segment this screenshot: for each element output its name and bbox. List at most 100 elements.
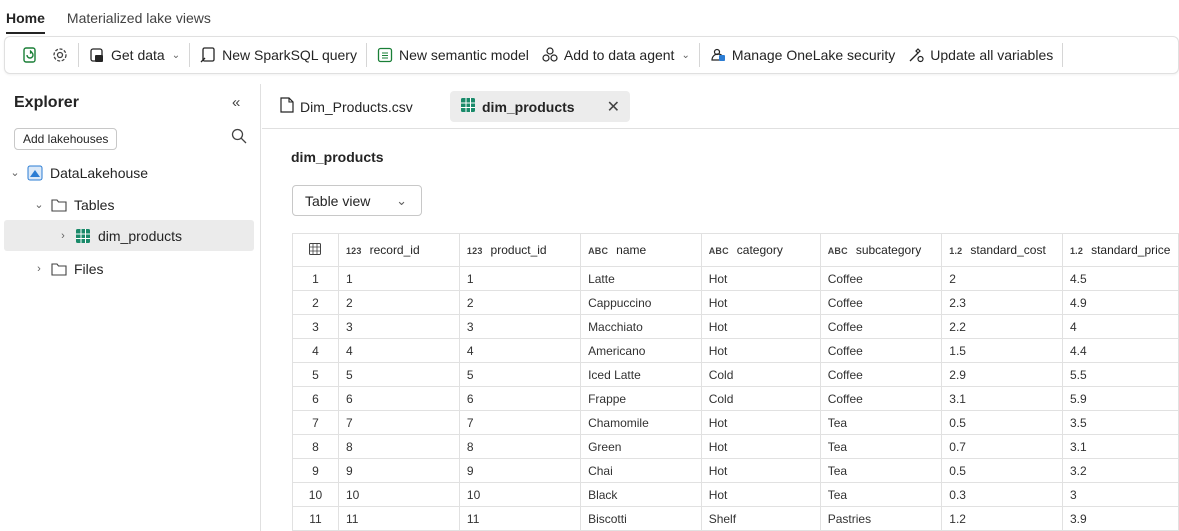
table-cell[interactable]: 3 [458, 314, 582, 339]
table-cell[interactable]: 4.9 [1061, 290, 1179, 315]
tree-item-dim-products[interactable]: › dim_products [4, 220, 254, 251]
table-cell[interactable]: 6 [458, 386, 582, 411]
table-cell[interactable]: Hot [700, 434, 821, 459]
table-cell[interactable]: 0.5 [941, 410, 1063, 435]
table-cell[interactable]: 8 [458, 434, 582, 459]
table-row[interactable]: 11 11 11 Biscotti Shelf Pastries 1.2 3.9 [292, 506, 1179, 531]
table-row[interactable]: 9 9 9 Chai Hot Tea 0.5 3.2 [292, 458, 1179, 483]
column-header[interactable]: ABC subcategory [819, 233, 943, 267]
table-cell[interactable]: 0.5 [941, 458, 1063, 483]
column-header[interactable]: 1.2 standard_cost [941, 233, 1063, 267]
column-header[interactable]: 123 product_id [458, 233, 582, 267]
row-number[interactable]: 1 [292, 266, 339, 291]
column-header[interactable]: 123 record_id [337, 233, 460, 267]
table-row[interactable]: 3 3 3 Macchiato Hot Coffee 2.2 4 [292, 314, 1179, 339]
table-cell[interactable]: 9 [337, 458, 460, 483]
table-cell[interactable]: 0.7 [941, 434, 1063, 459]
table-cell[interactable]: 3.5 [1061, 410, 1179, 435]
table-cell[interactable]: 1 [458, 266, 582, 291]
table-cell[interactable]: 9 [458, 458, 582, 483]
table-cell[interactable]: 3.2 [1061, 458, 1179, 483]
table-cell[interactable]: 4 [1061, 314, 1179, 339]
table-cell[interactable]: 0.3 [941, 482, 1063, 507]
table-cell[interactable]: Coffee [819, 338, 943, 363]
table-cell[interactable]: Hot [700, 458, 821, 483]
collapse-pane-icon[interactable]: « [232, 94, 240, 111]
tab-dim-products-csv[interactable]: Dim_Products.csv [270, 91, 423, 122]
table-row[interactable]: 4 4 4 Americano Hot Coffee 1.5 4.4 [292, 338, 1179, 363]
table-row[interactable]: 6 6 6 Frappe Cold Coffee 3.1 5.9 [292, 386, 1179, 411]
table-cell[interactable]: Coffee [819, 266, 943, 291]
table-cell[interactable]: Coffee [819, 362, 943, 387]
column-header[interactable]: ABC category [700, 233, 821, 267]
view-select[interactable]: Table view ⌄ [292, 185, 422, 216]
get-data-button[interactable]: Get data ⌄ [82, 41, 186, 69]
settings-button[interactable] [45, 41, 75, 69]
table-cell[interactable]: Hot [700, 314, 821, 339]
row-number[interactable]: 8 [292, 434, 339, 459]
grid-corner[interactable] [292, 233, 339, 267]
table-cell[interactable]: 4.5 [1061, 266, 1179, 291]
column-header[interactable]: ABC name [580, 233, 702, 267]
table-cell[interactable]: 2.9 [941, 362, 1063, 387]
table-cell[interactable]: Green [580, 434, 702, 459]
table-cell[interactable]: 11 [458, 506, 582, 531]
table-cell[interactable]: 2.2 [941, 314, 1063, 339]
table-cell[interactable]: 7 [337, 410, 460, 435]
table-cell[interactable]: 5.9 [1061, 386, 1179, 411]
table-cell[interactable]: Hot [700, 290, 821, 315]
manage-onelake-security-button[interactable]: Manage OneLake security [703, 41, 901, 69]
refresh-button[interactable] [15, 41, 45, 69]
table-cell[interactable]: 3.9 [1061, 506, 1179, 531]
table-cell[interactable]: 3.1 [1061, 434, 1179, 459]
row-number[interactable]: 4 [292, 338, 339, 363]
table-row[interactable]: 1 1 1 Latte Hot Coffee 2 4.5 [292, 266, 1179, 291]
table-row[interactable]: 8 8 8 Green Hot Tea 0.7 3.1 [292, 434, 1179, 459]
new-semantic-model-button[interactable]: New semantic model [370, 41, 535, 69]
table-cell[interactable]: 5 [458, 362, 582, 387]
table-cell[interactable]: Macchiato [580, 314, 702, 339]
table-cell[interactable]: 2 [458, 290, 582, 315]
table-cell[interactable]: Iced Latte [580, 362, 702, 387]
table-cell[interactable]: Cold [700, 386, 821, 411]
table-cell[interactable]: Shelf [700, 506, 821, 531]
table-cell[interactable]: Chamomile [580, 410, 702, 435]
table-row[interactable]: 5 5 5 Iced Latte Cold Coffee 2.9 5.5 [292, 362, 1179, 387]
table-cell[interactable]: 4.4 [1061, 338, 1179, 363]
row-number[interactable]: 2 [292, 290, 339, 315]
row-number[interactable]: 6 [292, 386, 339, 411]
table-cell[interactable]: Coffee [819, 314, 943, 339]
table-cell[interactable]: Frappe [580, 386, 702, 411]
table-cell[interactable]: 6 [337, 386, 460, 411]
table-cell[interactable]: Cappuccino [580, 290, 702, 315]
new-sparksql-query-button[interactable]: New SparkSQL query [193, 41, 363, 69]
table-cell[interactable]: Hot [700, 410, 821, 435]
tab-home[interactable]: Home [6, 10, 45, 34]
table-cell[interactable]: 3.1 [941, 386, 1063, 411]
table-cell[interactable]: Black [580, 482, 702, 507]
table-cell[interactable]: 10 [458, 482, 582, 507]
tab-dim-products[interactable]: dim_products ✕ [450, 91, 630, 122]
table-cell[interactable]: Cold [700, 362, 821, 387]
add-to-data-agent-button[interactable]: Add to data agent ⌄ [535, 41, 696, 69]
column-header[interactable]: 1.2 standard_price [1061, 233, 1179, 267]
tree-item-datalakehouse[interactable]: ⌄ DataLakehouse [4, 157, 254, 188]
table-row[interactable]: 10 10 10 Black Hot Tea 0.3 3 [292, 482, 1179, 507]
update-all-variables-button[interactable]: Update all variables [901, 41, 1059, 69]
row-number[interactable]: 7 [292, 410, 339, 435]
table-cell[interactable]: Coffee [819, 386, 943, 411]
table-cell[interactable]: Hot [700, 338, 821, 363]
table-cell[interactable]: 4 [337, 338, 460, 363]
table-row[interactable]: 7 7 7 Chamomile Hot Tea 0.5 3.5 [292, 410, 1179, 435]
table-cell[interactable]: 5.5 [1061, 362, 1179, 387]
table-cell[interactable]: 3 [1061, 482, 1179, 507]
table-cell[interactable]: 1 [337, 266, 460, 291]
chevron-down-icon[interactable]: ⌄ [32, 198, 46, 211]
row-number[interactable]: 9 [292, 458, 339, 483]
table-cell[interactable]: Chai [580, 458, 702, 483]
table-cell[interactable]: 2 [337, 290, 460, 315]
table-cell[interactable]: Pastries [819, 506, 943, 531]
table-cell[interactable]: 2.3 [941, 290, 1063, 315]
table-row[interactable]: 2 2 2 Cappuccino Hot Coffee 2.3 4.9 [292, 290, 1179, 315]
table-cell[interactable]: Hot [700, 266, 821, 291]
